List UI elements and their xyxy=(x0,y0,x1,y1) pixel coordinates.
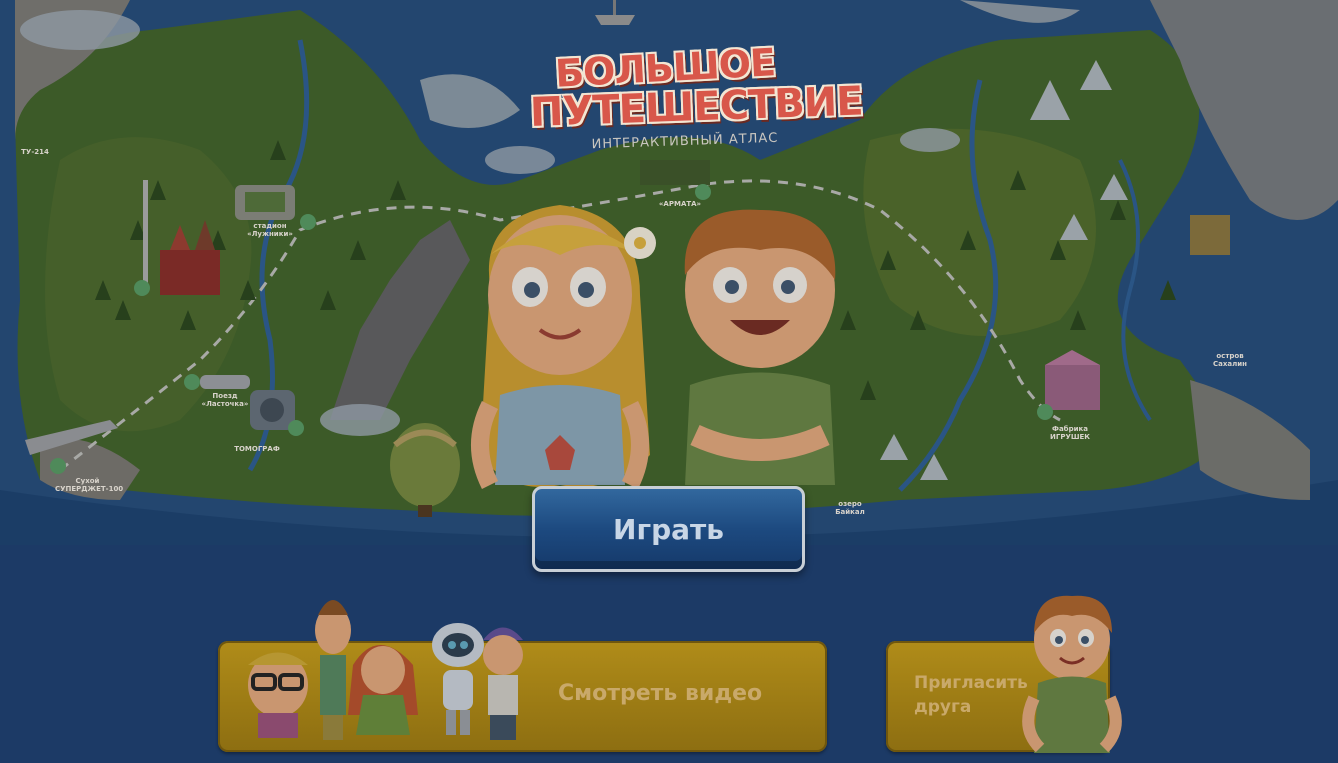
label-superjet: Сухой СУПЕРДЖЕТ-100 xyxy=(55,477,124,493)
boy-glasses-character xyxy=(248,652,308,738)
friends-characters xyxy=(248,600,523,740)
train-landmark xyxy=(200,375,250,389)
tank-landmark xyxy=(640,160,710,185)
tv-tower-landmark xyxy=(143,180,148,290)
invite-friend-label: Пригласить друга xyxy=(914,673,1028,717)
invite-boy-character xyxy=(1022,595,1122,753)
tomograph-landmark xyxy=(250,390,295,430)
label-sakhalin: остров Сахалин xyxy=(1213,352,1247,368)
main-characters xyxy=(471,205,836,490)
girl-character xyxy=(471,205,656,490)
robot-character xyxy=(432,623,484,735)
red-haired-girl-character xyxy=(348,645,418,735)
label-train: Поезд «Ласточка» xyxy=(201,392,249,408)
logo-title-line2: ПУТЕШЕСТВИЕ xyxy=(529,78,864,137)
label-plane-tu214: ТУ-214 xyxy=(21,148,49,156)
label-stadium: стадион «Лужники» xyxy=(247,222,293,238)
game-logo: БОЛЬШОЕ ПУТЕШЕСТВИЕ ИНТЕРАКТИВНЫЙ АТЛАС xyxy=(520,40,864,152)
purple-haired-boy-character xyxy=(483,627,523,740)
label-toy-factory: Фабрика ИГРУШЕК xyxy=(1050,425,1090,441)
oil-rig-landmark xyxy=(1190,215,1230,255)
label-tomograf: ТОМОГРАФ xyxy=(234,445,280,453)
watch-video-label: Смотреть видео xyxy=(558,681,763,706)
play-button[interactable]: Играть xyxy=(532,486,805,572)
boy-character xyxy=(684,209,836,485)
tall-boy-character xyxy=(315,600,351,740)
stadium-landmark xyxy=(235,185,295,220)
